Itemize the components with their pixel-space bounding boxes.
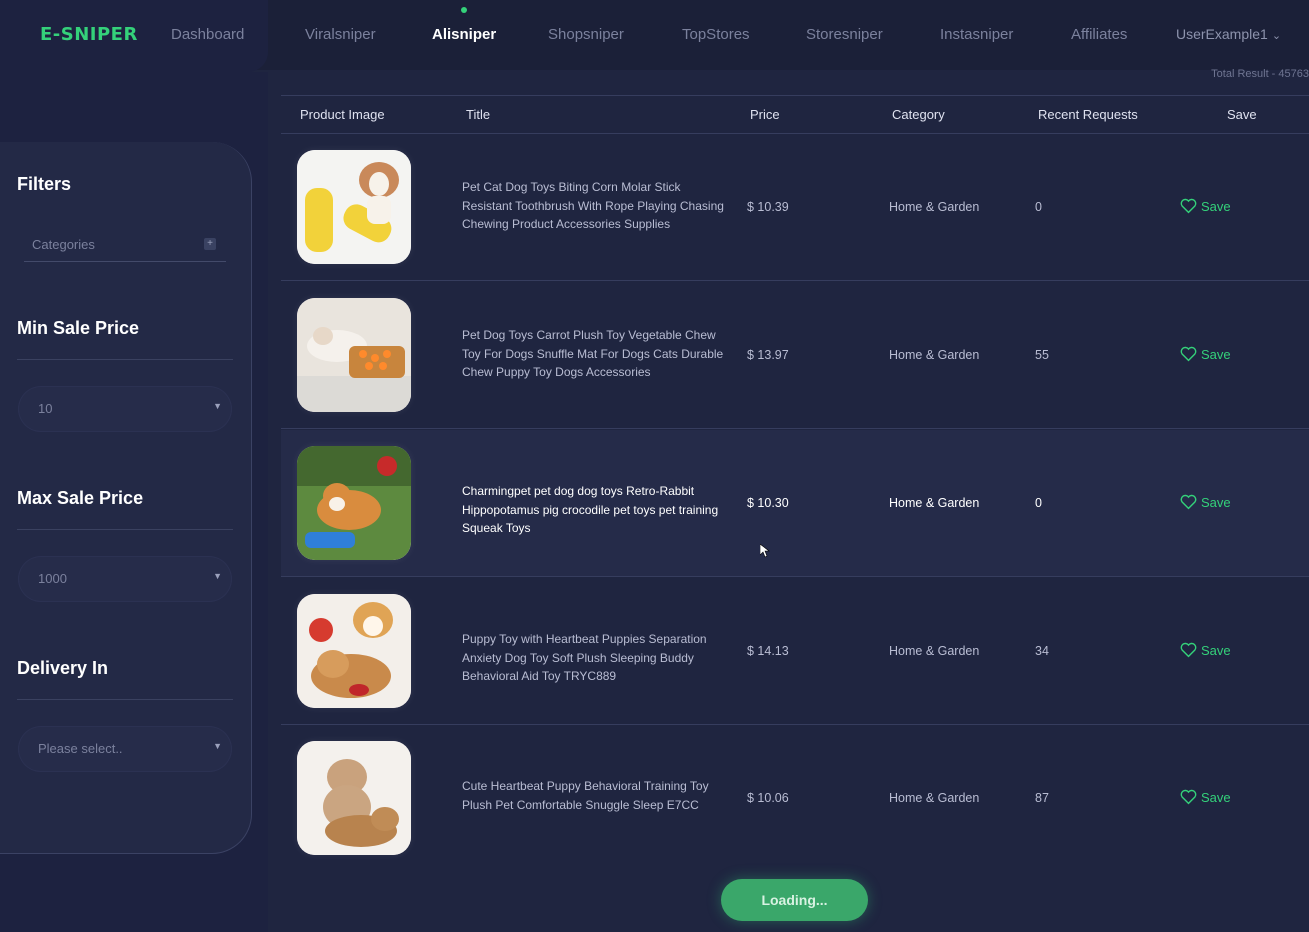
product-category: Home & Garden <box>889 791 980 805</box>
user-menu[interactable]: UserExample1 ⌄ <box>1176 26 1281 42</box>
divider <box>17 699 233 700</box>
top-navbar: E-SNIPER Dashboard Viralsniper Alisniper… <box>0 0 1309 72</box>
product-price: $ 14.13 <box>747 644 789 658</box>
product-title[interactable]: Cute Heartbeat Puppy Behavioral Training… <box>462 777 724 814</box>
column-header-save: Save <box>1227 107 1257 122</box>
table-row[interactable]: Puppy Toy with Heartbeat Puppies Separat… <box>281 578 1309 725</box>
delivery-in-heading: Delivery In <box>17 658 109 678</box>
save-button[interactable]: Save <box>1180 346 1231 362</box>
product-title[interactable]: Pet Dog Toys Carrot Plush Toy Vegetable … <box>462 326 724 382</box>
categories-label: Categories <box>32 237 95 252</box>
save-label: Save <box>1201 789 1231 805</box>
caret-down-icon: ▼ <box>213 741 222 751</box>
delivery-in-placeholder: Please select.. <box>38 741 123 756</box>
product-category: Home & Garden <box>889 200 980 214</box>
product-category: Home & Garden <box>889 644 980 658</box>
product-recent-requests: 0 <box>1035 200 1042 214</box>
product-recent-requests: 87 <box>1035 791 1049 805</box>
product-category: Home & Garden <box>889 348 980 362</box>
table-row[interactable]: Pet Dog Toys Carrot Plush Toy Vegetable … <box>281 282 1309 429</box>
save-label: Save <box>1201 346 1231 362</box>
product-image[interactable] <box>297 298 411 412</box>
product-category: Home & Garden <box>889 496 980 510</box>
nav-item-dashboard[interactable]: Dashboard <box>171 26 244 43</box>
filters-heading: Filters <box>17 174 72 194</box>
logo[interactable]: E-SNIPER <box>40 24 138 45</box>
categories-dropdown[interactable]: Categories + <box>24 228 226 262</box>
save-button[interactable]: Save <box>1180 642 1231 658</box>
user-name: UserExample1 <box>1176 26 1268 42</box>
product-image[interactable] <box>297 150 411 264</box>
table-row[interactable]: Pet Cat Dog Toys Biting Corn Molar Stick… <box>281 134 1309 281</box>
save-label: Save <box>1201 642 1231 658</box>
table-row[interactable]: Cute Heartbeat Puppy Behavioral Training… <box>281 725 1309 872</box>
delivery-in-select[interactable]: Please select.. ▼ <box>18 726 232 772</box>
loading-button[interactable]: Loading... <box>721 879 868 921</box>
heart-icon <box>1180 789 1197 805</box>
heart-icon <box>1180 494 1197 510</box>
save-button[interactable]: Save <box>1180 198 1231 214</box>
nav-item-affiliates[interactable]: Affiliates <box>1071 26 1127 43</box>
column-header-product-image: Product Image <box>300 107 385 122</box>
nav-item-instasniper[interactable]: Instasniper <box>940 26 1013 43</box>
product-recent-requests: 34 <box>1035 644 1049 658</box>
divider <box>17 529 233 530</box>
save-label: Save <box>1201 198 1231 214</box>
product-image[interactable] <box>297 446 411 560</box>
save-button[interactable]: Save <box>1180 789 1231 805</box>
total-result: Total Result - 45763 <box>1211 68 1309 80</box>
min-sale-price-heading: Min Sale Price <box>17 318 140 338</box>
product-price: $ 10.30 <box>747 496 789 510</box>
column-header-title: Title <box>466 107 491 122</box>
column-header-recent-requests: Recent Requests <box>1038 107 1138 122</box>
chevron-down-icon: ⌄ <box>1271 30 1282 42</box>
save-button[interactable]: Save <box>1180 494 1231 510</box>
caret-down-icon: ▼ <box>213 571 222 581</box>
max-sale-price-heading: Max Sale Price <box>17 488 144 508</box>
save-label: Save <box>1201 494 1231 510</box>
min-sale-price-value: 10 <box>38 401 53 416</box>
table-row[interactable]: Charmingpet pet dog dog toys Retro-Rabbi… <box>281 430 1309 577</box>
product-title[interactable]: Charmingpet pet dog dog toys Retro-Rabbi… <box>462 482 724 538</box>
caret-down-icon: ▼ <box>213 401 222 411</box>
nav-item-shopsniper[interactable]: Shopsniper <box>548 26 624 43</box>
active-nav-indicator <box>461 7 467 13</box>
product-image[interactable] <box>297 741 411 855</box>
product-title[interactable]: Pet Cat Dog Toys Biting Corn Molar Stick… <box>462 178 724 234</box>
nav-item-storesniper[interactable]: Storesniper <box>806 26 883 43</box>
table-header: Product Image Title Price Category Recen… <box>281 96 1309 134</box>
product-price: $ 10.06 <box>747 791 789 805</box>
product-price: $ 13.97 <box>747 348 789 362</box>
min-sale-price-select[interactable]: 10 ▼ <box>18 386 232 432</box>
product-recent-requests: 55 <box>1035 348 1049 362</box>
nav-item-alisniper[interactable]: Alisniper <box>432 26 496 43</box>
max-sale-price-select[interactable]: 1000 ▼ <box>18 556 232 602</box>
column-header-category: Category <box>892 107 945 122</box>
max-sale-price-value: 1000 <box>38 571 67 586</box>
column-header-price: Price <box>750 107 780 122</box>
heart-icon <box>1180 642 1197 658</box>
divider <box>17 359 233 360</box>
heart-icon <box>1180 198 1197 214</box>
product-image[interactable] <box>297 594 411 708</box>
nav-item-viralsniper[interactable]: Viralsniper <box>305 26 376 43</box>
product-recent-requests: 0 <box>1035 496 1042 510</box>
mouse-cursor-icon <box>760 544 770 558</box>
heart-icon <box>1180 346 1197 362</box>
plus-icon[interactable]: + <box>204 238 216 250</box>
product-price: $ 10.39 <box>747 200 789 214</box>
nav-item-topstores[interactable]: TopStores <box>682 26 750 43</box>
product-title[interactable]: Puppy Toy with Heartbeat Puppies Separat… <box>462 630 724 686</box>
